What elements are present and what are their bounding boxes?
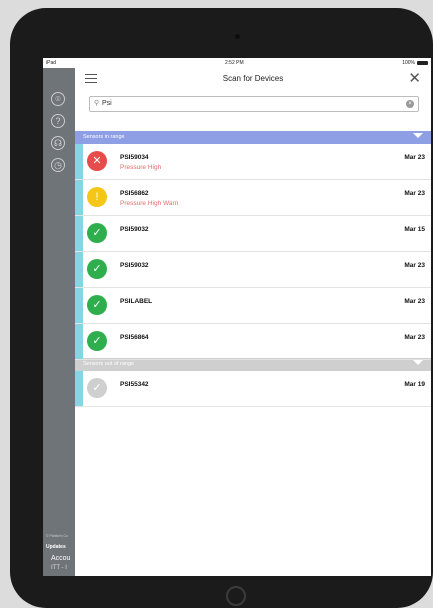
ipad-frame: iPad 2:52 PM 100% ⌾ ? ☊ ◷ © Platform Co … [10, 8, 433, 608]
search-value: Psi [102, 100, 112, 107]
antenna-icon[interactable]: ⌾ [51, 92, 65, 106]
device-date: Mar 15 [404, 226, 425, 233]
device-name: PSILABEL [120, 298, 153, 305]
device-row[interactable]: ✓ PSILABEL Mar 23 [75, 288, 431, 324]
device-row[interactable]: ✕ PSI59034 Pressure High Mar 23 [75, 144, 431, 180]
status-ok-icon: ✓ [87, 331, 107, 351]
copyright: © Platform Co [46, 534, 69, 538]
search-input[interactable]: ⚲ Psi × [89, 96, 419, 112]
device-date: Mar 23 [404, 334, 425, 341]
device-alert: Pressure High Warn [120, 200, 179, 207]
status-ok-icon: ✓ [87, 295, 107, 315]
status-ok-icon: ✓ [87, 223, 107, 243]
row-accent [75, 180, 83, 215]
help-icon[interactable]: ? [51, 114, 65, 128]
row-accent [75, 252, 83, 287]
row-accent [75, 288, 83, 323]
account-subtitle: ITT - I [51, 565, 67, 571]
device-name: PSI59032 [120, 262, 149, 269]
section-header-in-range[interactable]: Sensors in range [75, 131, 431, 144]
device-name: PSI55342 [120, 381, 149, 388]
device-row[interactable]: ! PSI56862 Pressure High Warn Mar 23 [75, 180, 431, 216]
section-label: Sensors out of range [83, 361, 135, 367]
device-date: Mar 23 [404, 154, 425, 161]
battery-label: 100% [402, 60, 415, 66]
camera [235, 34, 240, 39]
device-row[interactable]: ✓ PSI55342 Mar 19 [75, 371, 431, 407]
device-name: PSI59034 [120, 154, 149, 161]
device-date: Mar 23 [404, 298, 425, 305]
close-icon[interactable]: ✕ [408, 71, 421, 86]
device-row[interactable]: ✓ PSI59032 Mar 15 [75, 216, 431, 252]
status-error-icon: ✕ [87, 151, 107, 171]
device-name: PSI56864 [120, 334, 149, 341]
page-title: Scan for Devices [222, 74, 284, 83]
clock: 2:52 PM [225, 60, 244, 66]
status-warning-icon: ! [87, 187, 107, 207]
device-date: Mar 23 [404, 262, 425, 269]
row-accent [75, 144, 83, 179]
device-name: PSI56862 [120, 190, 149, 197]
device-alert: Pressure High [120, 164, 162, 171]
battery-icon [417, 61, 428, 65]
row-accent [75, 216, 83, 251]
account-link[interactable]: Accou [51, 555, 70, 562]
app-screen: iPad 2:52 PM 100% ⌾ ? ☊ ◷ © Platform Co … [43, 58, 431, 576]
status-bar: iPad 2:52 PM 100% [43, 58, 431, 68]
device-row[interactable]: ✓ PSI59032 Mar 23 [75, 252, 431, 288]
chevron-down-icon [413, 133, 423, 138]
row-accent [75, 371, 83, 406]
row-accent [75, 324, 83, 359]
status-ok-icon: ✓ [87, 259, 107, 279]
chevron-down-icon [413, 360, 423, 365]
device-name: PSI59032 [120, 226, 149, 233]
timer-icon[interactable]: ◷ [51, 158, 65, 172]
device-row[interactable]: ✓ PSI56864 Mar 23 [75, 324, 431, 360]
sidebar: ⌾ ? ☊ ◷ © Platform Co Updates Accou ITT … [43, 68, 75, 576]
device-date: Mar 23 [404, 190, 425, 197]
clear-search-icon[interactable]: × [406, 100, 414, 108]
updates-link[interactable]: Updates [46, 544, 66, 550]
support-icon[interactable]: ☊ [51, 136, 65, 150]
search-icon: ⚲ [94, 100, 100, 107]
top-bar: Scan for Devices ✕ [75, 68, 431, 90]
home-button[interactable] [226, 586, 246, 606]
section-label: Sensors in range [83, 134, 125, 140]
status-inactive-icon: ✓ [87, 378, 107, 398]
device-date: Mar 19 [404, 381, 425, 388]
carrier-label: iPad [46, 60, 57, 66]
